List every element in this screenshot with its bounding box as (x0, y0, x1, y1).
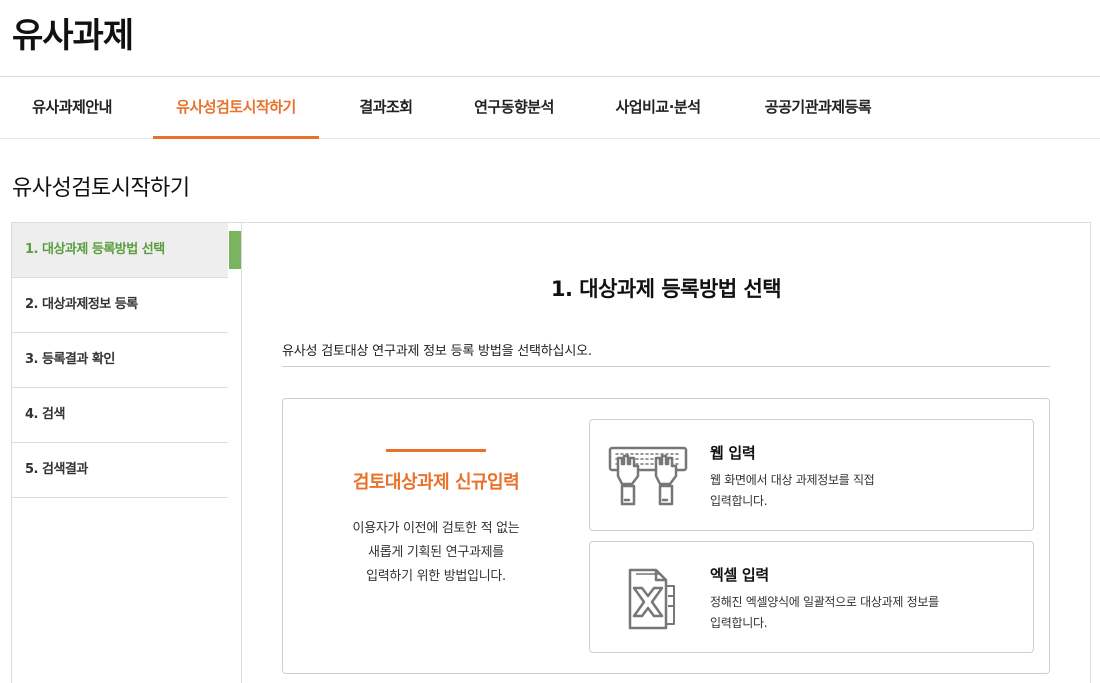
instruction-divider (282, 366, 1050, 367)
tab-research-trend-analysis[interactable]: 연구동향분석 (452, 77, 576, 139)
new-entry-desc-line: 이용자가 이전에 검토한 적 없는 (352, 521, 520, 536)
new-entry-accent-bar (386, 449, 486, 452)
sidebar-item-search-result[interactable]: 5. 검색결과 (12, 443, 228, 498)
excel-file-icon (608, 566, 688, 630)
keyboard-typing-icon (608, 444, 688, 508)
tab-start-similarity-review[interactable]: 유사성검토시작하기 (153, 77, 319, 139)
web-input-desc-line: 입력합니다. (710, 494, 768, 508)
page-title: 유사성검토시작하기 (12, 176, 190, 201)
main-content-panel: 1. 대상과제 등록방법 선택 유사성 검토대상 연구과제 정보 등록 방법을 … (241, 222, 1091, 683)
registration-option-box: 검토대상과제 신규입력 이용자가 이전에 검토한 적 없는 새롭게 기획된 연구… (282, 398, 1050, 674)
excel-input-title: 엑셀 입력 (710, 566, 769, 584)
tab-public-agency-registration[interactable]: 공공기관과제등록 (742, 77, 894, 139)
excel-input-desc-line: 입력합니다. (710, 616, 768, 630)
web-input-desc-line: 웹 화면에서 대상 과제정보를 직접 (710, 473, 875, 487)
main-tab-bar: 유사과제안내 유사성검토시작하기 결과조회 연구동향분석 사업비교·분석 공공기… (0, 77, 1100, 139)
step-heading: 1. 대상과제 등록방법 선택 (550, 277, 782, 301)
tab-result-lookup[interactable]: 결과조회 (340, 77, 432, 139)
excel-input-description: 정해진 엑셀양식에 일괄적으로 대상과제 정보를 입력합니다. (710, 592, 1010, 634)
instruction-text: 유사성 검토대상 연구과제 정보 등록 방법을 선택하십시오. (282, 344, 592, 359)
excel-input-card[interactable]: 엑셀 입력 정해진 엑셀양식에 일괄적으로 대상과제 정보를 입력합니다. (589, 541, 1034, 653)
sidebar-item-search[interactable]: 4. 검색 (12, 388, 228, 443)
excel-input-desc-line: 정해진 엑셀양식에 일괄적으로 대상과제 정보를 (710, 595, 939, 609)
new-entry-desc-line: 새롭게 기획된 연구과제를 (368, 545, 504, 560)
sidebar-item-select-method[interactable]: 1. 대상과제 등록방법 선택 (12, 223, 228, 278)
web-input-card[interactable]: 웹 입력 웹 화면에서 대상 과제정보를 직접 입력합니다. (589, 419, 1034, 531)
step-sidebar: 1. 대상과제 등록방법 선택 2. 대상과제정보 등록 3. 등록결과 확인 … (11, 222, 242, 683)
sidebar-item-confirm-result[interactable]: 3. 등록결과 확인 (12, 333, 228, 388)
new-entry-description: 이용자가 이전에 검토한 적 없는 새롭게 기획된 연구과제를 입력하기 위한 … (283, 517, 589, 589)
new-entry-desc-line: 입력하기 위한 방법입니다. (366, 569, 506, 584)
tab-business-comparison[interactable]: 사업비교·분석 (596, 77, 720, 139)
app-title: 유사과제 (12, 16, 134, 56)
web-input-title: 웹 입력 (710, 444, 756, 462)
new-entry-title: 검토대상과제 신규입력 (352, 472, 520, 493)
tab-similar-task-guide[interactable]: 유사과제안내 (12, 77, 132, 139)
sidebar-item-register-info[interactable]: 2. 대상과제정보 등록 (12, 278, 228, 333)
web-input-description: 웹 화면에서 대상 과제정보를 직접 입력합니다. (710, 470, 1010, 512)
